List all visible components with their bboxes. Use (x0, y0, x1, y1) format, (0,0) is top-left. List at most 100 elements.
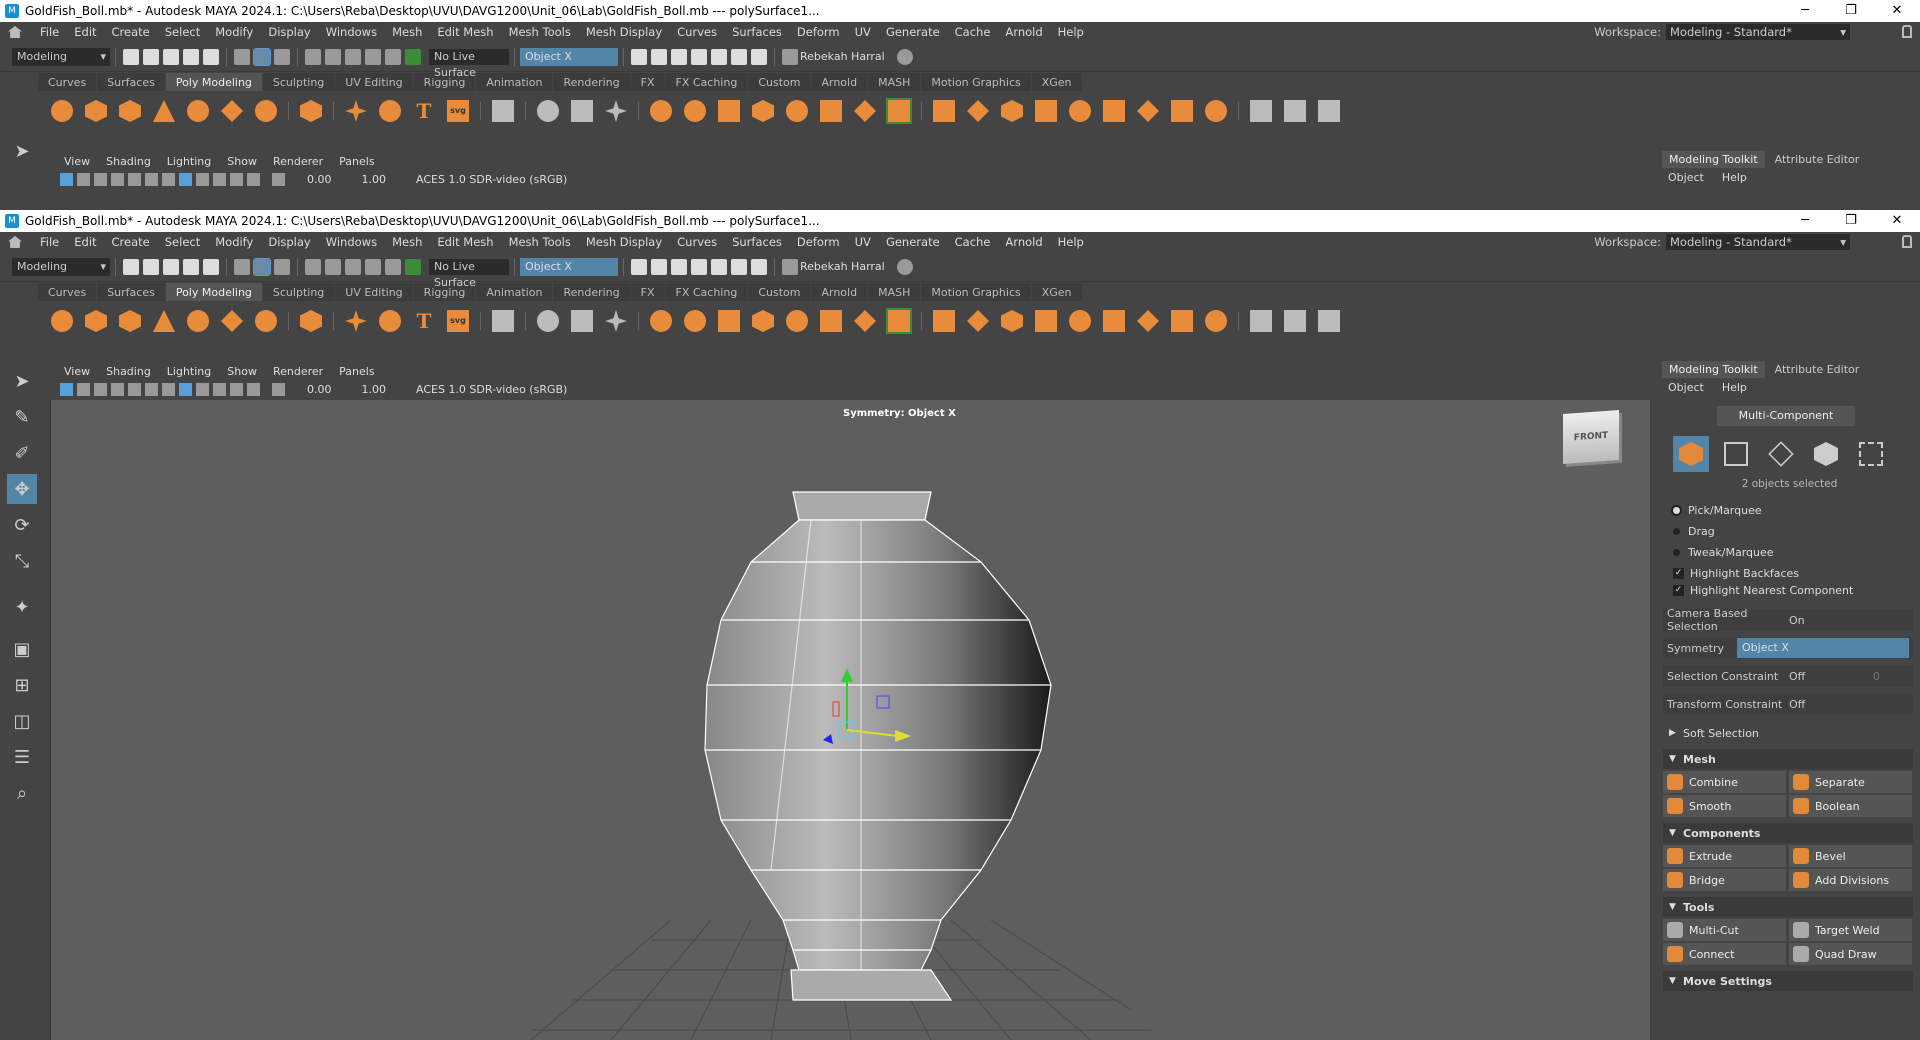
wedge-icon[interactable] (1101, 98, 1127, 124)
panel-menu-panels[interactable]: Panels (339, 155, 374, 168)
lights-icon[interactable] (213, 173, 226, 186)
menu-help[interactable]: Help (1058, 235, 1084, 249)
camera-attr-icon[interactable] (60, 173, 73, 186)
panel-menu-lighting[interactable]: Lighting (167, 155, 211, 168)
select-object-icon[interactable] (253, 47, 271, 66)
shelf-tab-surfaces[interactable]: Surfaces (97, 73, 165, 91)
gamma-value[interactable]: 1.00 (362, 173, 387, 186)
menu-arnold[interactable]: Arnold (1005, 235, 1042, 249)
single-view-icon[interactable]: ▣ (7, 634, 37, 664)
combine-button[interactable]: Combine (1663, 771, 1786, 793)
shelf-tab-uv-editing[interactable]: UV Editing (335, 73, 413, 91)
lasso-tool-icon[interactable]: ✎ (7, 402, 37, 432)
snap-grid-icon[interactable] (305, 48, 321, 65)
snap-point-icon[interactable] (345, 48, 361, 65)
poly-plane-icon[interactable] (219, 308, 245, 334)
menuset-dropdown[interactable]: Modeling (12, 47, 110, 66)
save-scene-icon[interactable] (163, 258, 179, 275)
menu-windows[interactable]: Windows (326, 25, 377, 39)
render-view-icon[interactable] (631, 258, 647, 275)
target-weld-icon[interactable] (535, 308, 561, 334)
mash-icon[interactable] (490, 308, 516, 334)
camera-based-selection[interactable]: Camera Based Selection On (1663, 607, 1913, 633)
add-divisions-button[interactable]: Add Divisions (1789, 869, 1912, 891)
append-poly-icon[interactable] (1033, 98, 1059, 124)
poly-cone-icon[interactable] (151, 308, 177, 334)
hypershade-icon[interactable] (711, 258, 727, 275)
smooth-button[interactable]: Smooth (1663, 795, 1786, 817)
exposure-value[interactable]: 0.00 (307, 383, 332, 396)
render-settings-icon[interactable] (691, 48, 707, 65)
help-icon[interactable] (896, 258, 913, 275)
search-icon[interactable]: ⌕ (7, 778, 37, 808)
multi-component-button[interactable]: Multi-Component (1717, 406, 1855, 426)
bookmark-icon[interactable] (77, 383, 90, 396)
colorspace-dropdown[interactable]: ACES 1.0 SDR-video (sRGB) (416, 173, 567, 186)
tab-attribute-editor[interactable]: Attribute Editor (1768, 361, 1867, 378)
platonic-solid-icon[interactable] (298, 98, 324, 124)
poly-disc-icon[interactable] (253, 308, 279, 334)
close-button[interactable]: ✕ (1874, 210, 1920, 232)
move-tool-icon[interactable]: ✥ (7, 474, 37, 504)
bridge-button[interactable]: Bridge (1663, 869, 1786, 891)
menu-file[interactable]: File (40, 25, 59, 39)
help-icon[interactable] (896, 48, 913, 65)
menu-mesh[interactable]: Mesh (392, 235, 422, 249)
shelf-tab-fx[interactable]: FX (630, 283, 665, 301)
snap-surface-icon[interactable] (385, 258, 401, 275)
panel-menu-panels[interactable]: Panels (339, 365, 374, 378)
workspace-dropdown[interactable]: Modeling - Standard* (1666, 234, 1850, 250)
menu-select[interactable]: Select (165, 25, 200, 39)
menu-create[interactable]: Create (112, 25, 150, 39)
shelf-tab-poly-modeling[interactable]: Poly Modeling (165, 73, 262, 91)
coords-icon[interactable] (603, 308, 629, 334)
separate-icon[interactable] (682, 98, 708, 124)
minimize-button[interactable]: ─ (1782, 0, 1828, 22)
shelf-tab-animation[interactable]: Animation (476, 73, 553, 91)
multi-cut-shelf-icon[interactable] (1248, 98, 1274, 124)
render-current-icon[interactable] (651, 48, 667, 65)
combine-icon[interactable] (648, 308, 674, 334)
lights-icon[interactable] (213, 383, 226, 396)
film-gate-icon[interactable] (111, 173, 124, 186)
edge-mode-icon[interactable] (1763, 436, 1799, 472)
section-move-settings[interactable]: ▼ Move Settings (1663, 971, 1913, 991)
menu-edit[interactable]: Edit (74, 235, 96, 249)
menu-mesh[interactable]: Mesh (392, 25, 422, 39)
minimize-button[interactable]: ─ (1782, 210, 1828, 232)
tab-attribute-editor[interactable]: Attribute Editor (1768, 151, 1867, 168)
select-component-icon[interactable] (274, 258, 290, 275)
menu-arnold[interactable]: Arnold (1005, 25, 1042, 39)
section-components[interactable]: ▼ Components (1663, 823, 1913, 843)
object-mode-icon[interactable] (1673, 436, 1709, 472)
multi-cut-button[interactable]: Multi-Cut (1663, 919, 1786, 941)
platonic-solid-icon[interactable] (298, 308, 324, 334)
quad-draw-button[interactable]: Quad Draw (1789, 943, 1912, 965)
render-settings-icon[interactable] (691, 258, 707, 275)
tab-modeling-toolkit[interactable]: Modeling Toolkit (1662, 360, 1765, 378)
snap-curve-icon[interactable] (325, 258, 341, 275)
boolean-icon[interactable] (784, 98, 810, 124)
separate-button[interactable]: Separate (1789, 771, 1912, 793)
rotate-tool-icon[interactable]: ⟳ (7, 510, 37, 540)
grid-toggle-icon[interactable] (145, 173, 158, 186)
home-icon[interactable] (8, 236, 22, 248)
exposure-value[interactable]: 0.00 (307, 173, 332, 186)
open-scene-icon[interactable] (143, 258, 159, 275)
panel-menu-view[interactable]: View (64, 365, 90, 378)
symmetry-field[interactable]: Object X (520, 257, 618, 276)
image-plane-icon[interactable] (94, 173, 107, 186)
select-object-icon[interactable] (253, 257, 271, 276)
four-view-icon[interactable]: ⊞ (7, 670, 37, 700)
super-shape-icon[interactable] (343, 98, 369, 124)
resolution-gate-icon[interactable] (128, 383, 141, 396)
shelf-tab-fx-caching[interactable]: FX Caching (665, 283, 748, 301)
panel-menu-view[interactable]: View (64, 155, 90, 168)
checkbox-highlight-nearest[interactable]: ✓ Highlight Nearest Component (1673, 584, 1920, 597)
vertex-mode-icon[interactable] (1718, 436, 1754, 472)
extrude-icon[interactable] (931, 98, 957, 124)
menu-generate[interactable]: Generate (886, 235, 940, 249)
menu-uv[interactable]: UV (855, 235, 871, 249)
undo-icon[interactable] (183, 258, 199, 275)
user-icon[interactable] (782, 258, 798, 275)
